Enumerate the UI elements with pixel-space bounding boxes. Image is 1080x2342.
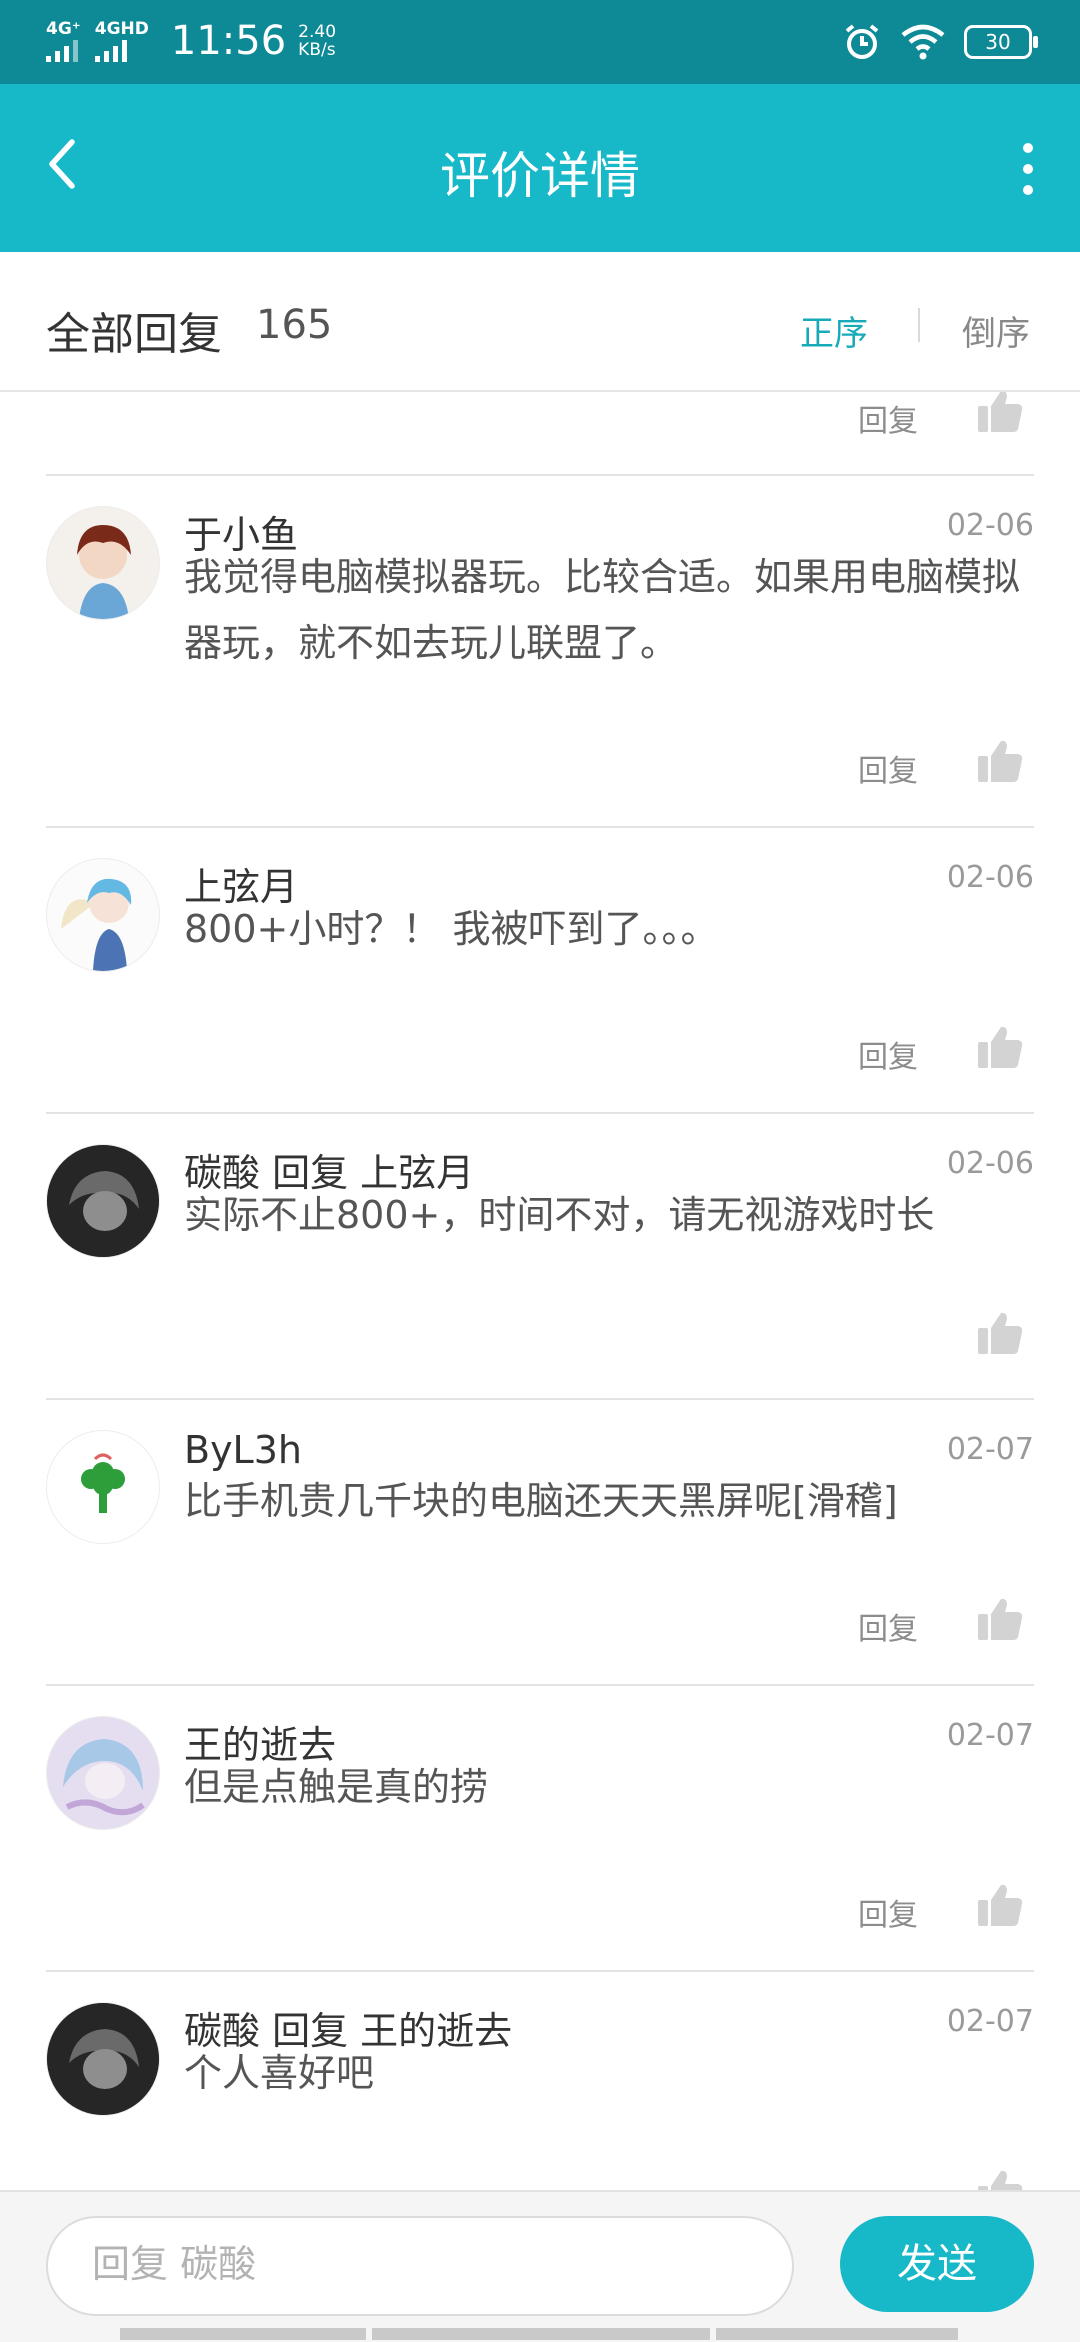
network-type-2: 4GHD bbox=[94, 19, 149, 39]
nav-hint-bar bbox=[372, 2328, 710, 2340]
thumbs-up-icon[interactable] bbox=[976, 738, 1024, 784]
sort-descending-button[interactable]: 倒序 bbox=[962, 306, 1030, 355]
reply-bar: 发送 bbox=[0, 2190, 1080, 2342]
alarm-icon bbox=[845, 24, 879, 59]
nav-hint-bar bbox=[716, 2328, 958, 2340]
network-type-1: 4G⁺ bbox=[46, 19, 81, 39]
comment-text: 我觉得电脑模拟器玩。比较合适。如果用电脑模拟器玩，就不如去玩儿联盟了。 bbox=[184, 555, 1021, 665]
comment-item: 碳酸 回复 上弦月 02-06 实际不止800+，时间不对，请无视游戏时长 bbox=[0, 1114, 1080, 1400]
comment-date: 02-06 bbox=[946, 1146, 1034, 1181]
replies-header: 全部回复 165 正序 倒序 bbox=[0, 252, 1080, 392]
comment-item: 上弦月 02-06 800+小时？！ 我被吓到了。。。 回复 bbox=[0, 828, 1080, 1114]
battery-icon: 30 bbox=[964, 25, 1038, 59]
reply-button[interactable]: 回复 bbox=[858, 396, 918, 440]
reply-button[interactable]: 回复 bbox=[858, 1890, 918, 1934]
all-replies-label: 全部回复 bbox=[46, 309, 222, 360]
comment-text: 800+小时？！ 我被吓到了。。。 bbox=[184, 907, 719, 951]
page-title: 评价详情 bbox=[440, 147, 640, 205]
sort-ascending-button[interactable]: 正序 bbox=[800, 306, 868, 355]
battery-level: 30 bbox=[985, 30, 1011, 54]
status-bar: 4G⁺ 4GHD 11:56 2.40 KB/s 30 bbox=[0, 0, 1080, 84]
reply-button[interactable]: 回复 bbox=[858, 1032, 918, 1076]
thumbs-up-icon[interactable] bbox=[976, 1882, 1024, 1928]
comment-item: 王的逝去 02-07 但是点触是真的捞 回复 bbox=[0, 1686, 1080, 1972]
reply-input[interactable] bbox=[90, 2218, 754, 2310]
comment-date: 02-06 bbox=[946, 508, 1034, 543]
comment-text: 个人喜好吧 bbox=[184, 2051, 375, 2095]
comment-text: 但是点触是真的捞 bbox=[184, 1765, 489, 1809]
comment-item: 碳酸 回复 王的逝去 02-07 个人喜好吧 bbox=[0, 1972, 1080, 2190]
avatar[interactable] bbox=[46, 1430, 160, 1544]
wifi-icon bbox=[901, 24, 945, 60]
reply-button[interactable]: 回复 bbox=[858, 1604, 918, 1648]
thumbs-up-icon[interactable] bbox=[976, 1024, 1024, 1070]
avatar[interactable] bbox=[46, 1716, 160, 1830]
comment-item: ByL3h 02-07 比手机贵几千块的电脑还天天黑屏呢[滑稽] 回复 bbox=[0, 1400, 1080, 1686]
comment-date: 02-07 bbox=[946, 1432, 1034, 1467]
comment-author[interactable]: ByL3h bbox=[184, 1428, 302, 1472]
status-left: 4G⁺ 4GHD 11:56 2.40 KB/s bbox=[46, 18, 336, 64]
comment-date: 02-07 bbox=[946, 1718, 1034, 1753]
thumbs-up-icon[interactable] bbox=[976, 2168, 1024, 2190]
send-button[interactable]: 发送 bbox=[840, 2216, 1034, 2312]
sort-divider bbox=[918, 308, 920, 342]
thumbs-up-icon[interactable] bbox=[976, 1596, 1024, 1642]
signal-bars-icon bbox=[94, 38, 127, 62]
reply-count: 165 bbox=[256, 302, 333, 348]
avatar[interactable] bbox=[46, 2002, 160, 2116]
signal-1: 4G⁺ bbox=[46, 20, 81, 62]
nav-hint-bar bbox=[120, 2328, 366, 2340]
avatar[interactable] bbox=[46, 858, 160, 972]
comment-item: 于小鱼 02-06 我觉得电脑模拟器玩。比较合适。如果用电脑模拟器玩，就不如去玩… bbox=[0, 476, 1080, 828]
reply-button[interactable]: 回复 bbox=[858, 746, 918, 790]
comment-date: 02-06 bbox=[946, 860, 1034, 895]
reply-input-box[interactable] bbox=[46, 2216, 794, 2316]
thumbs-up-icon[interactable] bbox=[976, 392, 1024, 434]
speed-value: 2.40 bbox=[298, 22, 337, 42]
avatar[interactable] bbox=[46, 1144, 160, 1258]
app-bar: 评价详情 bbox=[0, 84, 1080, 252]
avatar[interactable] bbox=[46, 506, 160, 620]
clock: 11:56 bbox=[170, 18, 287, 64]
comment-date: 02-07 bbox=[946, 2004, 1034, 2039]
thumbs-up-icon[interactable] bbox=[976, 1310, 1024, 1356]
status-right: 30 bbox=[842, 22, 1038, 62]
signal-bars-icon bbox=[46, 38, 78, 62]
comment-partial-row: 回复 bbox=[0, 392, 1080, 476]
network-speed: 2.40 KB/s bbox=[298, 23, 336, 59]
comment-list[interactable]: 回复 于小鱼 02-06 我觉得电脑模拟器玩。比较合适。如果用电脑模拟器玩，就不… bbox=[0, 392, 1080, 2190]
more-vertical-icon[interactable] bbox=[1016, 142, 1040, 196]
comment-text: 实际不止800+，时间不对，请无视游戏时长 bbox=[184, 1193, 935, 1237]
comment-text: 比手机贵几千块的电脑还天天黑屏呢[滑稽] bbox=[184, 1479, 898, 1523]
speed-unit: KB/s bbox=[298, 40, 336, 60]
signal-2: 4GHD bbox=[94, 19, 149, 62]
